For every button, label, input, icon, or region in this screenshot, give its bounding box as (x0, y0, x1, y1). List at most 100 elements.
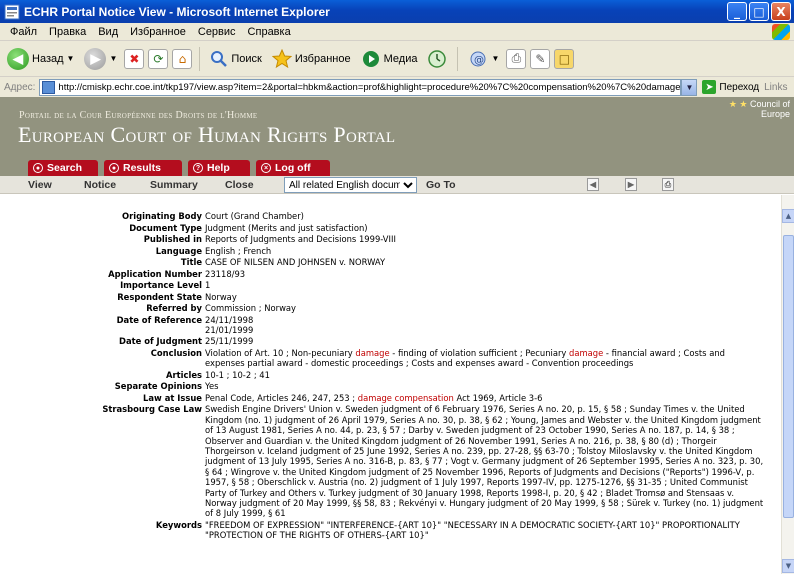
address-dropdown-icon[interactable]: ▼ (681, 78, 698, 96)
mail-icon: @ (470, 51, 486, 66)
value-title: CASE OF NILSEN AND JOHNSEN v. NORWAY (205, 257, 386, 267)
go-to-button[interactable]: Go To (426, 179, 456, 191)
links-button[interactable]: Links (764, 82, 787, 93)
row-title: Title CASE OF NILSEN AND JOHNSEN v. NORW… (0, 257, 780, 267)
label-articles: Articles (166, 369, 202, 380)
label-referred-by: Referred by (146, 303, 202, 313)
portal-tabs: ● Search ● Results ? Help × Log off (0, 160, 794, 176)
refresh-icon[interactable]: ⟳ (148, 48, 169, 69)
value-separate-opinions: Yes (205, 381, 219, 392)
toolbar-separator (199, 46, 201, 71)
address-input[interactable]: http://cmiskp.echr.coe.int/tkp197/view.a… (39, 78, 682, 96)
value-law-at-issue: Penal Code, Articles 246, 247, 253 ; dam… (205, 393, 765, 403)
row-originating-body: Originating Body Court (Grand Chamber) (0, 211, 780, 221)
value-referred-by: Commission ; Norway (205, 303, 297, 313)
label-strasbourg-case-law: Strasbourg Case Law (102, 404, 202, 415)
row-strasbourg-case-law: Strasbourg Case Law Swedish Engine Drive… (0, 404, 780, 518)
row-conclusion: Conclusion Violation of Art. 10 ; Non-pe… (0, 348, 780, 369)
print-icon[interactable]: ⎙ (506, 48, 527, 69)
search-button[interactable]: Поиск (207, 45, 264, 73)
search-icon (211, 50, 228, 67)
row-keywords: Keywords "FREEDOM OF EXPRESSION" "INTERF… (0, 520, 780, 541)
edit-icon[interactable]: ✎ (530, 48, 551, 69)
menu-edit[interactable]: Правка (43, 26, 92, 38)
nav-notice[interactable]: Notice (84, 179, 116, 191)
folder-icon[interactable]: □ (554, 48, 575, 69)
value-application-number: 23118/93 (205, 268, 246, 279)
toolbar-separator (457, 46, 459, 71)
label-originating-body: Originating Body (122, 211, 202, 221)
back-button[interactable]: ◀ Назад ▼ (4, 45, 77, 73)
home-icon[interactable]: ⌂ (172, 48, 193, 69)
tab-help[interactable]: ? Help (188, 160, 250, 176)
value-date-of-reference: 24/11/1998 21/01/1999 (205, 315, 765, 336)
value-articles: 10-1 ; 10-2 ; 41 (205, 369, 270, 380)
window-titlebar[interactable]: ECHR Portal Notice View - Microsoft Inte… (0, 0, 794, 23)
maximize-button[interactable]: □ (749, 2, 769, 21)
history-button[interactable] (424, 45, 450, 73)
label-conclusion: Conclusion (150, 347, 202, 358)
media-label: Медиа (383, 52, 418, 65)
label-application-number: Application Number (108, 268, 202, 279)
row-date-of-judgment: Date of Judgment 25/11/1999 (0, 336, 780, 346)
nav-view[interactable]: View (28, 179, 52, 191)
conclusion-part-2: - finding of violation sufficient ; Pecu… (389, 347, 570, 358)
date-of-reference-1: 24/11/1998 (205, 314, 254, 325)
document-nav: View Notice Summary Close All related En… (0, 176, 794, 194)
value-strasbourg-case-law: Swedish Engine Drivers' Union v. Sweden … (205, 404, 764, 519)
results-tab-icon: ● (109, 163, 119, 173)
vertical-scrollbar[interactable]: ▲ ▼ (781, 195, 794, 574)
related-documents-select[interactable]: All related English documents (284, 177, 417, 193)
label-published-in: Published in (143, 234, 202, 244)
label-importance-level: Importance Level (120, 280, 202, 290)
stars-icon: ★ ★ (728, 99, 750, 109)
menu-tools[interactable]: Сервис (192, 26, 242, 38)
tab-logoff[interactable]: × Log off (256, 160, 330, 176)
scrollbar-thumb[interactable] (783, 235, 794, 518)
help-tab-icon: ? (193, 163, 203, 173)
tab-results[interactable]: ● Results (104, 160, 182, 176)
address-label: Адрес: (4, 81, 36, 93)
address-url[interactable]: http://cmiskp.echr.coe.int/tkp197/view.a… (58, 82, 680, 93)
label-separate-opinions: Separate Opinions (114, 381, 202, 392)
nav-close[interactable]: Close (225, 179, 254, 191)
forward-dropdown-icon[interactable]: ▼ (109, 54, 117, 63)
prev-document-icon[interactable]: ◀ (587, 178, 599, 191)
scroll-down-icon[interactable]: ▼ (782, 559, 794, 573)
nav-summary[interactable]: Summary (150, 179, 198, 191)
menu-favorites[interactable]: Избранное (124, 26, 192, 38)
row-separate-opinions: Separate Opinions Yes (0, 381, 780, 391)
menu-bar: Файл Правка Вид Избранное Сервис Справка (0, 23, 794, 41)
menu-view[interactable]: Вид (92, 26, 124, 38)
value-conclusion: Violation of Art. 10 ; Non-pecuniary dam… (205, 348, 765, 369)
tab-search[interactable]: ● Search (28, 160, 98, 176)
media-button[interactable]: Медиа (358, 45, 421, 73)
law-part-2: Act 1969, Article 3-6 (453, 392, 543, 403)
search-label: Поиск (231, 52, 262, 65)
coe-line2: Europe (760, 109, 790, 119)
forward-button[interactable]: ▶ ▼ (81, 45, 120, 73)
row-referred-by: Referred by Commission ; Norway (0, 303, 780, 313)
mail-dropdown-icon[interactable]: ▼ (491, 54, 499, 63)
favorites-button[interactable]: Избранное (269, 45, 354, 73)
page-icon (42, 80, 56, 94)
highlight-damage-1: damage (355, 347, 390, 358)
label-law-at-issue: Law at Issue (143, 392, 202, 403)
label-date-of-judgment: Date of Judgment (119, 336, 202, 347)
minimize-button[interactable]: _ (727, 2, 747, 21)
print-document-icon[interactable]: ⎙ (662, 178, 674, 191)
search-tab-icon: ● (33, 163, 43, 173)
back-dropdown-icon[interactable]: ▼ (67, 54, 75, 63)
portal-subtitle: Portail de la Cour Européenne des Droits… (19, 110, 258, 121)
go-button[interactable]: ➤ Переход (697, 80, 764, 94)
menu-help[interactable]: Справка (242, 26, 297, 38)
portal-title: European Court of Human Rights Portal (18, 122, 396, 147)
mail-button[interactable]: @ ▼ (465, 45, 502, 73)
scroll-up-icon[interactable]: ▲ (782, 209, 794, 223)
label-respondent-state: Respondent State (117, 291, 202, 302)
next-document-icon[interactable]: ▶ (625, 178, 637, 191)
menu-file[interactable]: Файл (4, 26, 43, 38)
history-icon (428, 49, 447, 68)
close-window-button[interactable]: X (771, 2, 791, 21)
stop-icon[interactable]: ✖ (124, 48, 145, 69)
